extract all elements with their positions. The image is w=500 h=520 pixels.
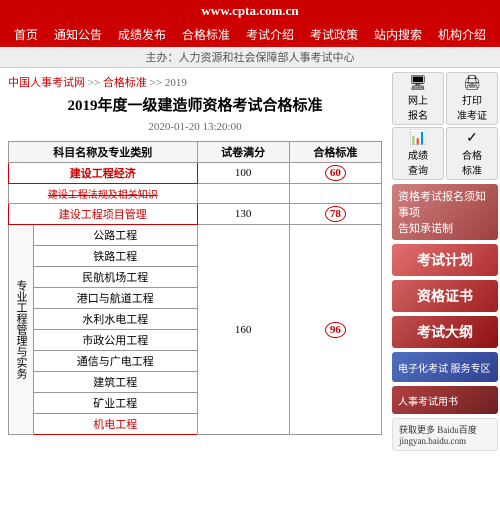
score-table: 科目名称及专业类别 试卷满分 合格标准 建设工程经济 100 60 建设工程法规…	[8, 141, 382, 435]
subject-gang: 港口与航道工程	[34, 288, 198, 309]
total-group: 160	[197, 225, 289, 435]
score-icon: 📊	[397, 130, 439, 147]
subject-xmgl: 建设工程项目管理	[9, 204, 198, 225]
article-title: 2019年度一级建造师资格考试合格标准	[8, 96, 382, 117]
total-xmgl: 130	[197, 204, 289, 225]
nav-scores[interactable]: 成绩发布	[110, 22, 174, 47]
nav-home[interactable]: 首页	[6, 22, 46, 47]
col-pass: 合格标准	[289, 142, 381, 163]
nav-org[interactable]: 机构介绍	[430, 22, 494, 47]
table-row: 建设工程项目管理 130 78	[9, 204, 382, 225]
nav-search[interactable]: 站内搜索	[366, 22, 430, 47]
table-row: 建设工程经济 100 60	[9, 163, 382, 184]
subject-jjj: 建设工程经济	[9, 163, 198, 184]
table-row: 专业工程管理与实务 公路工程 160 96	[9, 225, 382, 246]
header-url-bar: www.cpta.com.cn	[0, 0, 500, 22]
pass-fgj	[289, 184, 381, 204]
subject-gl: 公路工程	[34, 225, 198, 246]
sidebar-outline-banner[interactable]: 考试大纲	[392, 316, 498, 348]
sidebar-electronic-banner[interactable]: 电子化考试 服务专区	[392, 352, 498, 382]
group-label: 专业工程管理与实务	[9, 225, 34, 435]
nav-notice[interactable]: 通知公告	[46, 22, 110, 47]
total-jjj: 100	[197, 163, 289, 184]
subject-tl: 铁路工程	[34, 246, 198, 267]
subject-tx: 通信与广电工程	[34, 351, 198, 372]
nav-standard[interactable]: 合格标准	[174, 22, 238, 47]
sidebar-baidu-banner[interactable]: 获取更多 Baidu百度jingyan.baidu.com	[392, 418, 498, 451]
content-area: 中国人事考试网 >> 合格标准 >> 2019 2019年度一级建造师资格考试合…	[0, 68, 390, 459]
col-subject: 科目名称及专业类别	[9, 142, 198, 163]
sidebar-standard[interactable]: ✓ 合格标准	[446, 127, 498, 180]
subject-ky: 矿业工程	[34, 393, 198, 414]
sidebar-online-register[interactable]: 🖥 网上报名	[392, 72, 444, 125]
nav-policy[interactable]: 考试政策	[302, 22, 366, 47]
sidebar-print[interactable]: 🖨 打印准考证	[446, 72, 498, 125]
sidebar: 🖥 网上报名 🖨 打印准考证 📊 成绩查询 ✓ 合格标准 资格考试报名须知事项告…	[390, 68, 500, 459]
subject-sl: 水利水电工程	[34, 309, 198, 330]
pass-xmgl: 78	[289, 204, 381, 225]
subject-fgj: 建设工程法规及相关知识	[9, 184, 198, 204]
pass-group: 96	[289, 225, 381, 435]
computer-icon: 🖥	[397, 75, 439, 92]
sidebar-cert-banner[interactable]: 资格证书	[392, 280, 498, 312]
breadcrumb: 中国人事考试网 >> 合格标准 >> 2019	[8, 74, 382, 90]
total-fgj	[197, 184, 289, 204]
nav-intro[interactable]: 考试介绍	[238, 22, 302, 47]
breadcrumb-year: 2019	[165, 77, 187, 89]
pass-jjj: 60	[289, 163, 381, 184]
col-total: 试卷满分	[197, 142, 289, 163]
print-icon: 🖨	[451, 75, 493, 92]
subject-jd: 机电工程	[34, 414, 198, 435]
subject-jz: 建筑工程	[34, 372, 198, 393]
subject-mn: 民航机场工程	[34, 267, 198, 288]
sub-bar: 主办：人力资源和社会保障部人事考试中心	[0, 47, 500, 68]
subject-sz: 市政公用工程	[34, 330, 198, 351]
check-icon: ✓	[451, 130, 493, 147]
breadcrumb-home[interactable]: 中国人事考试网	[8, 77, 85, 89]
sidebar-top-icons: 🖥 网上报名 🖨 打印准考证 📊 成绩查询 ✓ 合格标准	[392, 72, 498, 180]
sidebar-notice-banner[interactable]: 资格考试报名须知事项告知承诺制	[392, 184, 498, 240]
sidebar-book-banner[interactable]: 人事考试用书	[392, 386, 498, 414]
nav-bar: 首页 通知公告 成绩发布 合格标准 考试介绍 考试政策 站内搜索 机构介绍	[0, 22, 500, 47]
breadcrumb-standard[interactable]: 合格标准	[103, 77, 147, 89]
sidebar-exam-plan-banner[interactable]: 考试计划	[392, 244, 498, 276]
article-date: 2020-01-20 13:20:00	[8, 121, 382, 133]
table-row: 建设工程法规及相关知识	[9, 184, 382, 204]
sidebar-score-query[interactable]: 📊 成绩查询	[392, 127, 444, 180]
